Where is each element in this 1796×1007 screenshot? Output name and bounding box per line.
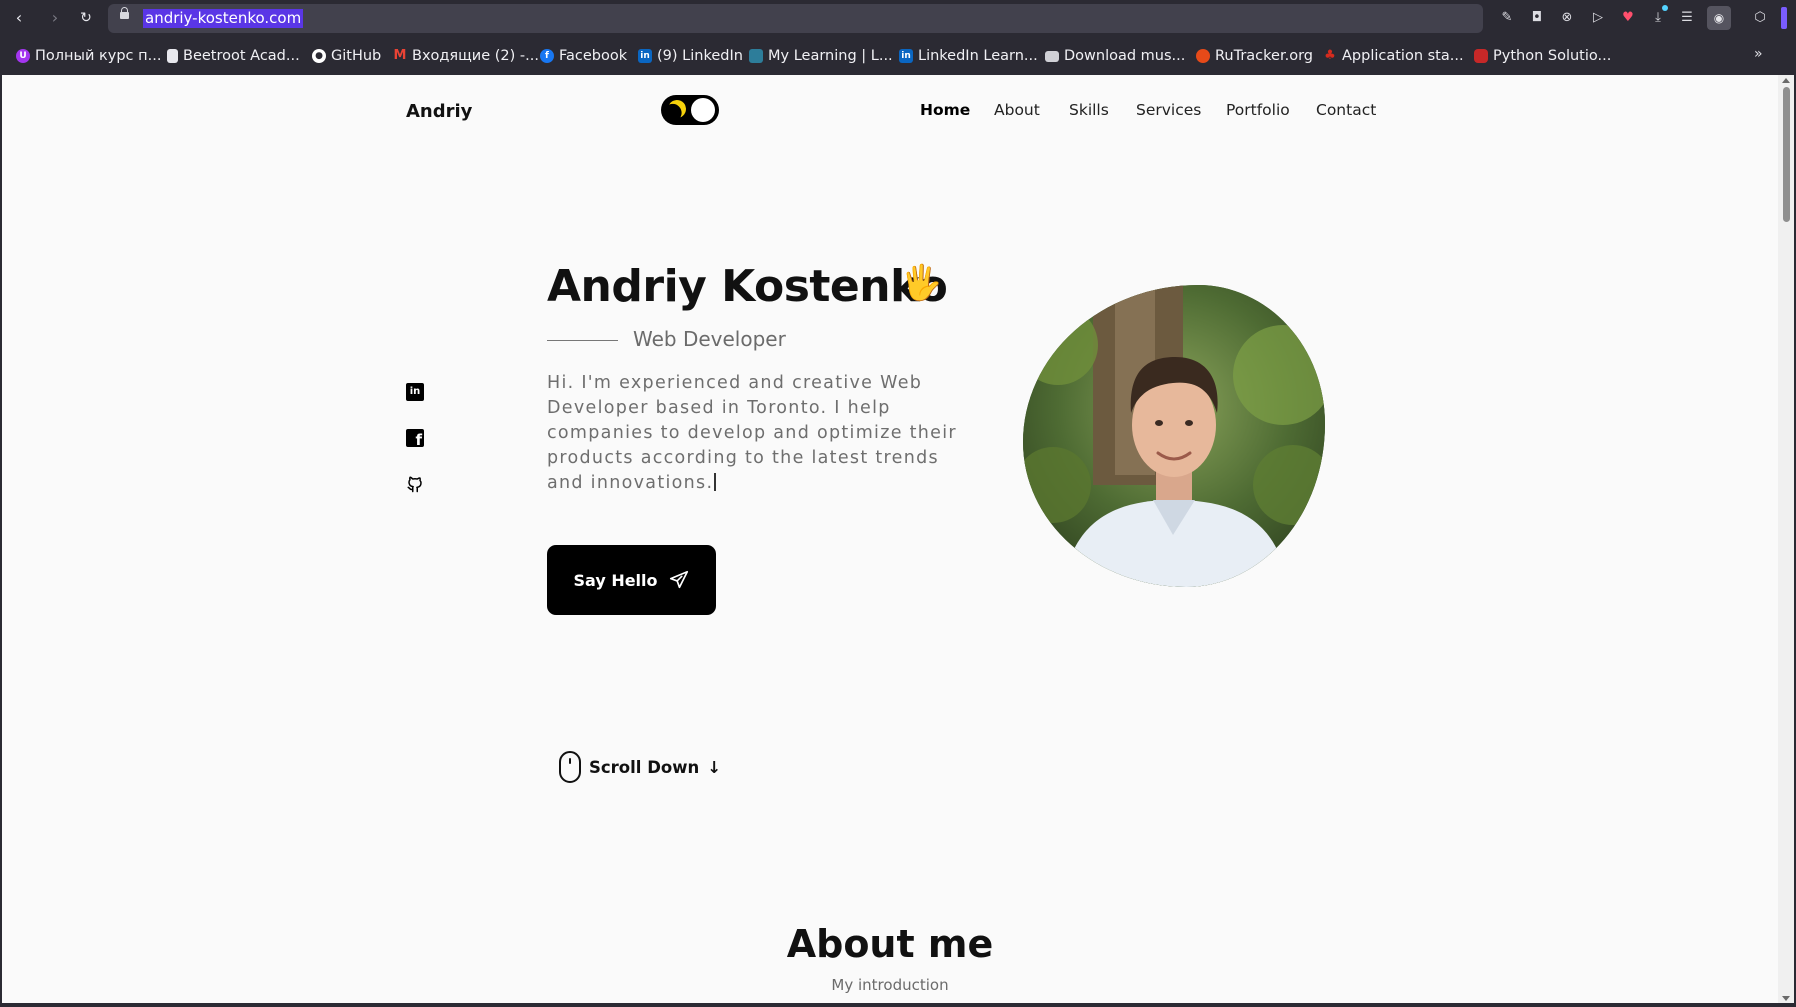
bookmarks-bar: U Полный курс п... Beetroot Acad... ● Gi… xyxy=(0,36,1796,75)
linkedin-icon[interactable]: in xyxy=(406,383,424,401)
edit-icon[interactable]: ✎ xyxy=(1498,9,1516,27)
monitor-icon xyxy=(1045,50,1059,62)
download-badge xyxy=(1662,5,1668,11)
say-hello-label: Say Hello xyxy=(573,570,658,590)
bookmark-label: Facebook xyxy=(559,48,628,64)
nav-services[interactable]: Services xyxy=(1136,101,1201,119)
rutracker-icon xyxy=(1196,49,1210,63)
linkedin-icon: in xyxy=(899,49,913,63)
bookmark-item[interactable]: Download mus... xyxy=(1045,46,1185,66)
bookmark-item[interactable]: ● GitHub xyxy=(312,46,381,66)
toggle-knob xyxy=(691,98,715,122)
bookmark-label: Входящие (2) -... xyxy=(412,48,539,64)
play-icon[interactable]: ▷ xyxy=(1589,9,1607,27)
download-icon[interactable]: ⤓ xyxy=(1649,9,1667,27)
learning-icon xyxy=(749,49,763,63)
send-icon xyxy=(669,570,688,589)
bookmark-item[interactable]: in LinkedIn Learn... xyxy=(899,46,1038,66)
github-icon: ● xyxy=(312,49,326,63)
extensions-icon[interactable]: ⬡ xyxy=(1751,9,1769,27)
scroll-down-icon[interactable] xyxy=(1782,996,1790,1001)
bookmarks-overflow-icon[interactable]: » xyxy=(1754,46,1763,62)
facebook-icon: f xyxy=(540,49,554,63)
gmail-icon: M xyxy=(393,48,407,63)
lock-icon xyxy=(120,7,129,19)
about-section-subtitle: My introduction xyxy=(831,976,949,994)
bookmark-label: GitHub xyxy=(331,48,382,64)
screenshot-icon[interactable]: ◘ xyxy=(1528,9,1546,27)
bookmark-item[interactable]: Beetroot Acad... xyxy=(167,46,300,66)
bookmark-item[interactable]: ♣ Application sta... xyxy=(1323,46,1464,66)
hero-description: Hi. I'm experienced and creative Web Dev… xyxy=(547,371,957,496)
bookmark-label: Python Solutio... xyxy=(1493,48,1612,64)
moon-icon xyxy=(667,99,688,120)
scroll-down-link[interactable]: Scroll Down ↓ xyxy=(559,751,721,783)
profile-icon[interactable]: ◉ xyxy=(1707,6,1731,30)
bookmark-item[interactable]: My Learning | L... xyxy=(749,46,893,66)
bookmark-label: Полный курс п... xyxy=(35,48,162,64)
bookmark-label: My Learning | L... xyxy=(768,48,893,64)
bookmark-label: Application sta... xyxy=(1342,48,1464,64)
nav-portfolio[interactable]: Portfolio xyxy=(1226,101,1290,119)
subtitle-divider xyxy=(547,340,618,341)
waving-hand-icon: 🖐 xyxy=(900,263,943,303)
text-cursor xyxy=(714,473,716,491)
bookmark-item[interactable]: Python Solutio... xyxy=(1474,46,1611,66)
maple-leaf-icon: ♣ xyxy=(1324,48,1336,63)
hero-description-text: Hi. I'm experienced and creative Web Dev… xyxy=(547,373,957,493)
hero-subtitle: Web Developer xyxy=(633,327,786,351)
nav-about[interactable]: About xyxy=(994,101,1040,119)
scrollbar-thumb[interactable] xyxy=(1783,87,1790,222)
mouse-icon xyxy=(559,751,581,783)
sidebar-indicator xyxy=(1781,7,1787,29)
reload-icon[interactable]: ↻ xyxy=(75,7,97,29)
bookmark-item[interactable]: RuTracker.org xyxy=(1196,46,1313,66)
site-logo[interactable]: Andriy xyxy=(406,101,472,122)
bookmark-label: Beetroot Acad... xyxy=(183,48,300,64)
theme-toggle[interactable] xyxy=(661,95,719,125)
scroll-up-icon[interactable] xyxy=(1782,78,1790,83)
bookmark-label: LinkedIn Learn... xyxy=(918,48,1038,64)
forward-icon[interactable]: › xyxy=(44,7,66,29)
say-hello-button[interactable]: Say Hello xyxy=(547,545,716,615)
nav-contact[interactable]: Contact xyxy=(1316,101,1376,119)
bookmark-item[interactable]: in (9) LinkedIn xyxy=(638,46,743,66)
linkedin-icon: in xyxy=(638,49,652,63)
about-section-title: About me xyxy=(786,922,994,966)
bookmark-label: (9) LinkedIn xyxy=(657,48,743,64)
menu-list-icon[interactable]: ☰ xyxy=(1678,9,1696,27)
block-icon[interactable]: ⊗ xyxy=(1558,9,1576,27)
browser-toolbar: ‹ › ↻ andriy-kostenko.com ✎ ◘ ⊗ ▷ ♥ ⤓ ☰ … xyxy=(0,0,1796,36)
python-solutions-icon xyxy=(1474,49,1488,63)
arrow-down-icon: ↓ xyxy=(707,757,722,777)
nav-home[interactable]: Home xyxy=(920,101,970,119)
bookmark-label: Download mus... xyxy=(1064,48,1186,64)
back-icon[interactable]: ‹ xyxy=(8,7,30,29)
page-scrollbar[interactable] xyxy=(1778,75,1794,1005)
url-text[interactable]: andriy-kostenko.com xyxy=(143,9,304,28)
bookmark-item[interactable]: f Facebook xyxy=(540,46,627,66)
page-viewport: Andriy Home About Skills Services Portfo… xyxy=(2,75,1778,1005)
scroll-down-label: Scroll Down xyxy=(589,757,700,777)
bookmark-item[interactable]: U Полный курс п... xyxy=(16,46,161,66)
facebook-icon[interactable] xyxy=(406,429,424,449)
page-icon xyxy=(167,49,178,63)
bookmark-label: RuTracker.org xyxy=(1215,48,1313,64)
address-bar[interactable]: andriy-kostenko.com xyxy=(108,4,1483,33)
nav-skills[interactable]: Skills xyxy=(1069,101,1109,119)
bookmark-item[interactable]: M Входящие (2) -... xyxy=(393,46,539,66)
heart-icon[interactable]: ♥ xyxy=(1619,9,1637,27)
window-bottom-edge xyxy=(0,1003,1796,1007)
profile-photo xyxy=(1023,285,1325,587)
udemy-icon: U xyxy=(16,49,30,63)
github-icon[interactable] xyxy=(406,475,424,493)
hero-name: Andriy Kostenko xyxy=(547,261,948,312)
